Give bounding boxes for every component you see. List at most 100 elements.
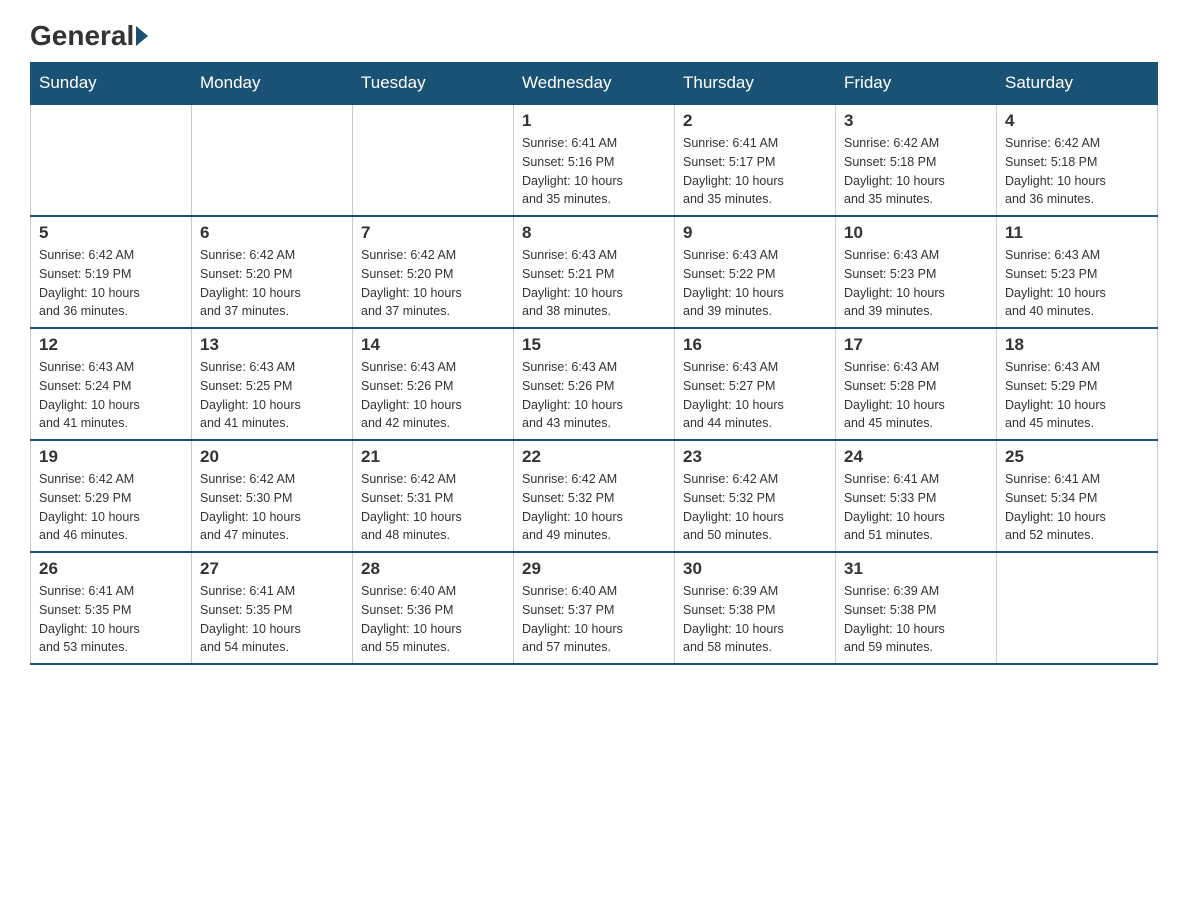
calendar-cell <box>192 104 353 216</box>
calendar-cell: 7Sunrise: 6:42 AM Sunset: 5:20 PM Daylig… <box>353 216 514 328</box>
calendar-cell: 24 Sunrise: 6:41 AM Sunset: 5:33 PM Dayli… <box>836 440 997 552</box>
day-number: 14 <box>361 335 505 355</box>
calendar-week-row: 1 Sunrise: 6:41 AM Sunset: 5:16 PM Daylig… <box>31 104 1158 216</box>
day-info: Sunrise: 6:43 AM Sunset: 5:21 PM Dayligh… <box>522 246 666 321</box>
day-info: Sunrise: 6:41 AM Sunset: 5:16 PM Dayligh… <box>522 134 666 209</box>
day-number: 17 <box>844 335 988 355</box>
day-info: Sunrise: 6:39 AM Sunset: 5:38 PM Dayligh… <box>683 582 827 657</box>
day-info: Sunrise: 6:42 AM Sunset: 5:29 PM Dayligh… <box>39 470 183 545</box>
day-info: Sunrise: 6:43 AM Sunset: 5:24 PM Dayligh… <box>39 358 183 433</box>
day-number: 31 <box>844 559 988 579</box>
day-info: Sunrise: 6:40 AM Sunset: 5:37 PM Dayligh… <box>522 582 666 657</box>
calendar-cell: 5Sunrise: 6:42 AM Sunset: 5:19 PM Daylig… <box>31 216 192 328</box>
day-info: Sunrise: 6:43 AM Sunset: 5:26 PM Dayligh… <box>522 358 666 433</box>
day-info: Sunrise: 6:40 AM Sunset: 5:36 PM Dayligh… <box>361 582 505 657</box>
logo-general-text: General <box>30 20 134 52</box>
calendar-week-row: 26 Sunrise: 6:41 AM Sunset: 5:35 PM Dayli… <box>31 552 1158 664</box>
page-header: General <box>30 20 1158 52</box>
day-number: 2 <box>683 111 827 131</box>
day-info: Sunrise: 6:43 AM Sunset: 5:25 PM Dayligh… <box>200 358 344 433</box>
weekday-header-saturday: Saturday <box>997 63 1158 105</box>
day-number: 29 <box>522 559 666 579</box>
day-info: Sunrise: 6:42 AM Sunset: 5:20 PM Dayligh… <box>200 246 344 321</box>
day-number: 4 <box>1005 111 1149 131</box>
weekday-header-wednesday: Wednesday <box>514 63 675 105</box>
day-info: Sunrise: 6:42 AM Sunset: 5:31 PM Dayligh… <box>361 470 505 545</box>
day-number: 15 <box>522 335 666 355</box>
calendar-table: SundayMondayTuesdayWednesdayThursdayFrid… <box>30 62 1158 665</box>
calendar-cell: 4Sunrise: 6:42 AM Sunset: 5:18 PM Daylig… <box>997 104 1158 216</box>
day-info: Sunrise: 6:42 AM Sunset: 5:32 PM Dayligh… <box>683 470 827 545</box>
calendar-cell: 23Sunrise: 6:42 AM Sunset: 5:32 PM Dayli… <box>675 440 836 552</box>
calendar-cell: 3Sunrise: 6:42 AM Sunset: 5:18 PM Daylig… <box>836 104 997 216</box>
day-number: 8 <box>522 223 666 243</box>
calendar-cell: 27 Sunrise: 6:41 AM Sunset: 5:35 PM Dayli… <box>192 552 353 664</box>
day-info: Sunrise: 6:43 AM Sunset: 5:28 PM Dayligh… <box>844 358 988 433</box>
weekday-header-friday: Friday <box>836 63 997 105</box>
day-number: 19 <box>39 447 183 467</box>
day-number: 13 <box>200 335 344 355</box>
day-info: Sunrise: 6:41 AM Sunset: 5:35 PM Dayligh… <box>200 582 344 657</box>
weekday-header-tuesday: Tuesday <box>353 63 514 105</box>
day-info: Sunrise: 6:42 AM Sunset: 5:19 PM Dayligh… <box>39 246 183 321</box>
day-number: 30 <box>683 559 827 579</box>
weekday-header-thursday: Thursday <box>675 63 836 105</box>
weekday-header-monday: Monday <box>192 63 353 105</box>
day-number: 27 <box>200 559 344 579</box>
calendar-cell: 18 Sunrise: 6:43 AM Sunset: 5:29 PM Dayli… <box>997 328 1158 440</box>
day-info: Sunrise: 6:42 AM Sunset: 5:32 PM Dayligh… <box>522 470 666 545</box>
calendar-cell: 17 Sunrise: 6:43 AM Sunset: 5:28 PM Dayli… <box>836 328 997 440</box>
calendar-cell: 2 Sunrise: 6:41 AM Sunset: 5:17 PM Daylig… <box>675 104 836 216</box>
calendar-cell: 13 Sunrise: 6:43 AM Sunset: 5:25 PM Dayli… <box>192 328 353 440</box>
day-info: Sunrise: 6:43 AM Sunset: 5:27 PM Dayligh… <box>683 358 827 433</box>
calendar-cell: 9Sunrise: 6:43 AM Sunset: 5:22 PM Daylig… <box>675 216 836 328</box>
day-info: Sunrise: 6:43 AM Sunset: 5:29 PM Dayligh… <box>1005 358 1149 433</box>
logo: General <box>30 20 150 52</box>
day-number: 20 <box>200 447 344 467</box>
calendar-cell: 26 Sunrise: 6:41 AM Sunset: 5:35 PM Dayli… <box>31 552 192 664</box>
day-info: Sunrise: 6:41 AM Sunset: 5:17 PM Dayligh… <box>683 134 827 209</box>
calendar-cell: 25 Sunrise: 6:41 AM Sunset: 5:34 PM Dayli… <box>997 440 1158 552</box>
calendar-cell: 19 Sunrise: 6:42 AM Sunset: 5:29 PM Dayli… <box>31 440 192 552</box>
calendar-cell <box>353 104 514 216</box>
day-info: Sunrise: 6:43 AM Sunset: 5:23 PM Dayligh… <box>1005 246 1149 321</box>
calendar-cell: 16 Sunrise: 6:43 AM Sunset: 5:27 PM Dayli… <box>675 328 836 440</box>
calendar-cell: 1 Sunrise: 6:41 AM Sunset: 5:16 PM Daylig… <box>514 104 675 216</box>
calendar-cell: 28 Sunrise: 6:40 AM Sunset: 5:36 PM Dayli… <box>353 552 514 664</box>
day-info: Sunrise: 6:42 AM Sunset: 5:30 PM Dayligh… <box>200 470 344 545</box>
weekday-header-sunday: Sunday <box>31 63 192 105</box>
calendar-cell <box>997 552 1158 664</box>
calendar-cell: 14 Sunrise: 6:43 AM Sunset: 5:26 PM Dayli… <box>353 328 514 440</box>
day-info: Sunrise: 6:39 AM Sunset: 5:38 PM Dayligh… <box>844 582 988 657</box>
day-number: 25 <box>1005 447 1149 467</box>
day-number: 28 <box>361 559 505 579</box>
day-number: 6 <box>200 223 344 243</box>
day-number: 1 <box>522 111 666 131</box>
day-number: 3 <box>844 111 988 131</box>
calendar-cell: 20 Sunrise: 6:42 AM Sunset: 5:30 PM Dayli… <box>192 440 353 552</box>
calendar-cell: 21 Sunrise: 6:42 AM Sunset: 5:31 PM Dayli… <box>353 440 514 552</box>
day-info: Sunrise: 6:43 AM Sunset: 5:23 PM Dayligh… <box>844 246 988 321</box>
calendar-cell: 10 Sunrise: 6:43 AM Sunset: 5:23 PM Dayli… <box>836 216 997 328</box>
day-info: Sunrise: 6:41 AM Sunset: 5:33 PM Dayligh… <box>844 470 988 545</box>
calendar-cell: 29 Sunrise: 6:40 AM Sunset: 5:37 PM Dayli… <box>514 552 675 664</box>
day-number: 18 <box>1005 335 1149 355</box>
day-info: Sunrise: 6:43 AM Sunset: 5:26 PM Dayligh… <box>361 358 505 433</box>
day-number: 12 <box>39 335 183 355</box>
calendar-cell: 12 Sunrise: 6:43 AM Sunset: 5:24 PM Dayli… <box>31 328 192 440</box>
calendar-cell <box>31 104 192 216</box>
calendar-cell: 15 Sunrise: 6:43 AM Sunset: 5:26 PM Dayli… <box>514 328 675 440</box>
day-number: 26 <box>39 559 183 579</box>
day-number: 10 <box>844 223 988 243</box>
day-number: 21 <box>361 447 505 467</box>
day-info: Sunrise: 6:41 AM Sunset: 5:35 PM Dayligh… <box>39 582 183 657</box>
calendar-week-row: 12 Sunrise: 6:43 AM Sunset: 5:24 PM Dayli… <box>31 328 1158 440</box>
calendar-cell: 11Sunrise: 6:43 AM Sunset: 5:23 PM Dayli… <box>997 216 1158 328</box>
day-number: 16 <box>683 335 827 355</box>
calendar-cell: 8 Sunrise: 6:43 AM Sunset: 5:21 PM Daylig… <box>514 216 675 328</box>
day-number: 24 <box>844 447 988 467</box>
calendar-header-row: SundayMondayTuesdayWednesdayThursdayFrid… <box>31 63 1158 105</box>
day-number: 7 <box>361 223 505 243</box>
day-info: Sunrise: 6:41 AM Sunset: 5:34 PM Dayligh… <box>1005 470 1149 545</box>
calendar-week-row: 19 Sunrise: 6:42 AM Sunset: 5:29 PM Dayli… <box>31 440 1158 552</box>
